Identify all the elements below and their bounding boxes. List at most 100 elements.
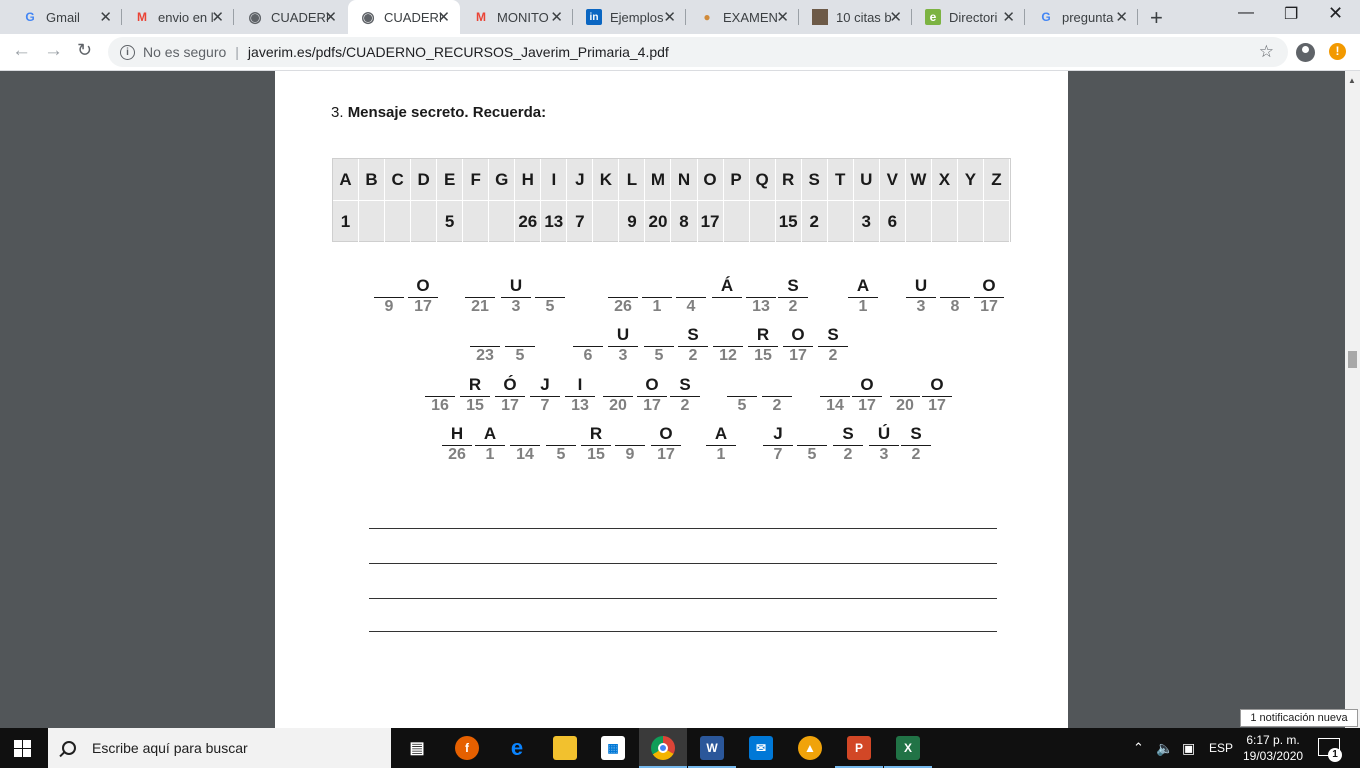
puzzle-slot[interactable]: Á: [712, 276, 742, 316]
puzzle-slot[interactable]: 12: [713, 325, 743, 365]
puzzle-slot[interactable]: Ú3: [869, 424, 899, 464]
puzzle-slot[interactable]: A1: [475, 424, 505, 464]
puzzle-slot[interactable]: 9: [615, 424, 645, 464]
network-icon[interactable]: ▣: [1182, 728, 1195, 768]
store-icon[interactable]: ▦: [601, 736, 625, 760]
tab-close-icon[interactable]: ✕: [437, 8, 450, 26]
url-text[interactable]: javerim.es/pdfs/CUADERNO_RECURSOS_Javeri…: [248, 44, 669, 60]
word-icon[interactable]: W: [700, 736, 724, 760]
puzzle-slot[interactable]: S2: [670, 375, 700, 415]
close-window-icon[interactable]: ✕: [1328, 3, 1343, 24]
powerpoint-icon[interactable]: P: [847, 736, 871, 760]
bookmark-star-icon[interactable]: ☆: [1259, 42, 1274, 62]
chrome-icon[interactable]: [651, 736, 675, 760]
firefox-icon[interactable]: f: [455, 736, 479, 760]
puzzle-slot[interactable]: 14: [820, 375, 850, 415]
puzzle-slot[interactable]: 13: [746, 276, 776, 316]
file-explorer-icon[interactable]: [553, 736, 577, 760]
puzzle-slot[interactable]: A1: [848, 276, 878, 316]
clock[interactable]: 6:17 p. m. 19/03/2020: [1243, 728, 1303, 768]
puzzle-slot[interactable]: O 17: [637, 375, 667, 415]
puzzle-slot[interactable]: 5: [797, 424, 827, 464]
browser-tab[interactable]: e Directori ✕: [913, 0, 1025, 34]
puzzle-slot[interactable]: O 17: [974, 276, 1004, 316]
account-avatar-icon[interactable]: [1296, 43, 1315, 62]
puzzle-slot[interactable]: U3: [906, 276, 936, 316]
puzzle-slot[interactable]: 6: [573, 325, 603, 365]
puzzle-slot[interactable]: U3: [608, 325, 638, 365]
puzzle-slot[interactable]: 5: [546, 424, 576, 464]
edge-icon[interactable]: e: [505, 735, 529, 760]
scroll-up-icon[interactable]: ▲: [1348, 76, 1356, 85]
puzzle-slot[interactable]: Ó 17: [495, 375, 525, 415]
update-alert-icon[interactable]: !: [1329, 43, 1346, 60]
puzzle-slot[interactable]: S2: [901, 424, 931, 464]
browser-tab[interactable]: 10 citas b ✕: [800, 0, 912, 34]
puzzle-slot[interactable]: 21: [465, 276, 495, 316]
puzzle-slot[interactable]: R 15: [460, 375, 490, 415]
tab-close-icon[interactable]: ✕: [663, 8, 676, 26]
vertical-scrollbar[interactable]: ▲: [1345, 71, 1360, 728]
puzzle-slot[interactable]: I 13: [565, 375, 595, 415]
forward-icon[interactable]: →: [44, 40, 63, 62]
puzzle-slot[interactable]: O 17: [408, 276, 438, 316]
answer-line[interactable]: [369, 631, 997, 632]
puzzle-slot[interactable]: O 17: [922, 375, 952, 415]
excel-icon[interactable]: X: [896, 736, 920, 760]
puzzle-slot[interactable]: 20: [603, 375, 633, 415]
taskbar-search[interactable]: Escribe aquí para buscar: [48, 728, 391, 768]
tab-close-icon[interactable]: ✕: [776, 8, 789, 26]
puzzle-slot[interactable]: J7: [530, 375, 560, 415]
browser-tab[interactable]: in Ejemplos ✕: [574, 0, 686, 34]
browser-tab[interactable]: ◉ CUADERN ✕: [348, 0, 460, 34]
puzzle-slot[interactable]: R 15: [581, 424, 611, 464]
puzzle-slot[interactable]: J7: [763, 424, 793, 464]
puzzle-slot[interactable]: 16: [425, 375, 455, 415]
puzzle-slot[interactable]: 5: [505, 325, 535, 365]
puzzle-slot[interactable]: 23: [470, 325, 500, 365]
puzzle-slot[interactable]: 2: [762, 375, 792, 415]
answer-line[interactable]: [369, 598, 997, 599]
puzzle-slot[interactable]: 4: [676, 276, 706, 316]
task-view-icon[interactable]: ▤: [405, 736, 429, 760]
puzzle-slot[interactable]: 14: [510, 424, 540, 464]
back-icon[interactable]: ←: [12, 40, 31, 62]
puzzle-slot[interactable]: A1: [706, 424, 736, 464]
tab-close-icon[interactable]: ✕: [550, 8, 563, 26]
puzzle-slot[interactable]: S2: [678, 325, 708, 365]
new-tab-button[interactable]: +: [1150, 5, 1163, 31]
tab-close-icon[interactable]: ✕: [1002, 8, 1015, 26]
puzzle-slot[interactable]: 26: [608, 276, 638, 316]
puzzle-slot[interactable]: H 26: [442, 424, 472, 464]
reload-icon[interactable]: ↻: [77, 40, 92, 61]
puzzle-slot[interactable]: 20: [890, 375, 920, 415]
puzzle-slot[interactable]: 1: [642, 276, 672, 316]
browser-tab[interactable]: M MONITO ✕: [461, 0, 573, 34]
browser-tab[interactable]: Menvio en l ✕: [122, 0, 234, 34]
browser-tab[interactable]: Gpregunta ✕: [1026, 0, 1138, 34]
puzzle-slot[interactable]: 5: [727, 375, 757, 415]
scrollbar-thumb[interactable]: [1348, 351, 1357, 368]
info-icon[interactable]: i: [120, 44, 135, 60]
tray-chevron-icon[interactable]: ⌃: [1133, 728, 1144, 768]
puzzle-slot[interactable]: U3: [501, 276, 531, 316]
tab-close-icon[interactable]: ✕: [324, 8, 337, 26]
puzzle-slot[interactable]: R 15: [748, 325, 778, 365]
tab-close-icon[interactable]: ✕: [99, 8, 112, 26]
restore-icon[interactable]: ❐: [1284, 4, 1298, 24]
answer-line[interactable]: [369, 528, 997, 529]
windows-start-icon[interactable]: [14, 740, 31, 757]
browser-tab[interactable]: ◉ CUADERN ✕: [235, 0, 347, 34]
browser-tab[interactable]: G Gmail ✕: [10, 0, 122, 34]
puzzle-slot[interactable]: 5: [644, 325, 674, 365]
tab-close-icon[interactable]: ✕: [1115, 8, 1128, 26]
volume-icon[interactable]: 🔈: [1156, 728, 1173, 768]
puzzle-slot[interactable]: S2: [833, 424, 863, 464]
puzzle-slot[interactable]: 5: [535, 276, 565, 316]
notification-toast[interactable]: 1 notificación nueva: [1240, 709, 1358, 727]
address-bar[interactable]: i No es seguro | javerim.es/pdfs/CUADERN…: [108, 37, 1288, 67]
tab-close-icon[interactable]: ✕: [211, 8, 224, 26]
puzzle-slot[interactable]: O 17: [783, 325, 813, 365]
mail-icon[interactable]: ✉: [749, 736, 773, 760]
puzzle-slot[interactable]: 8: [940, 276, 970, 316]
